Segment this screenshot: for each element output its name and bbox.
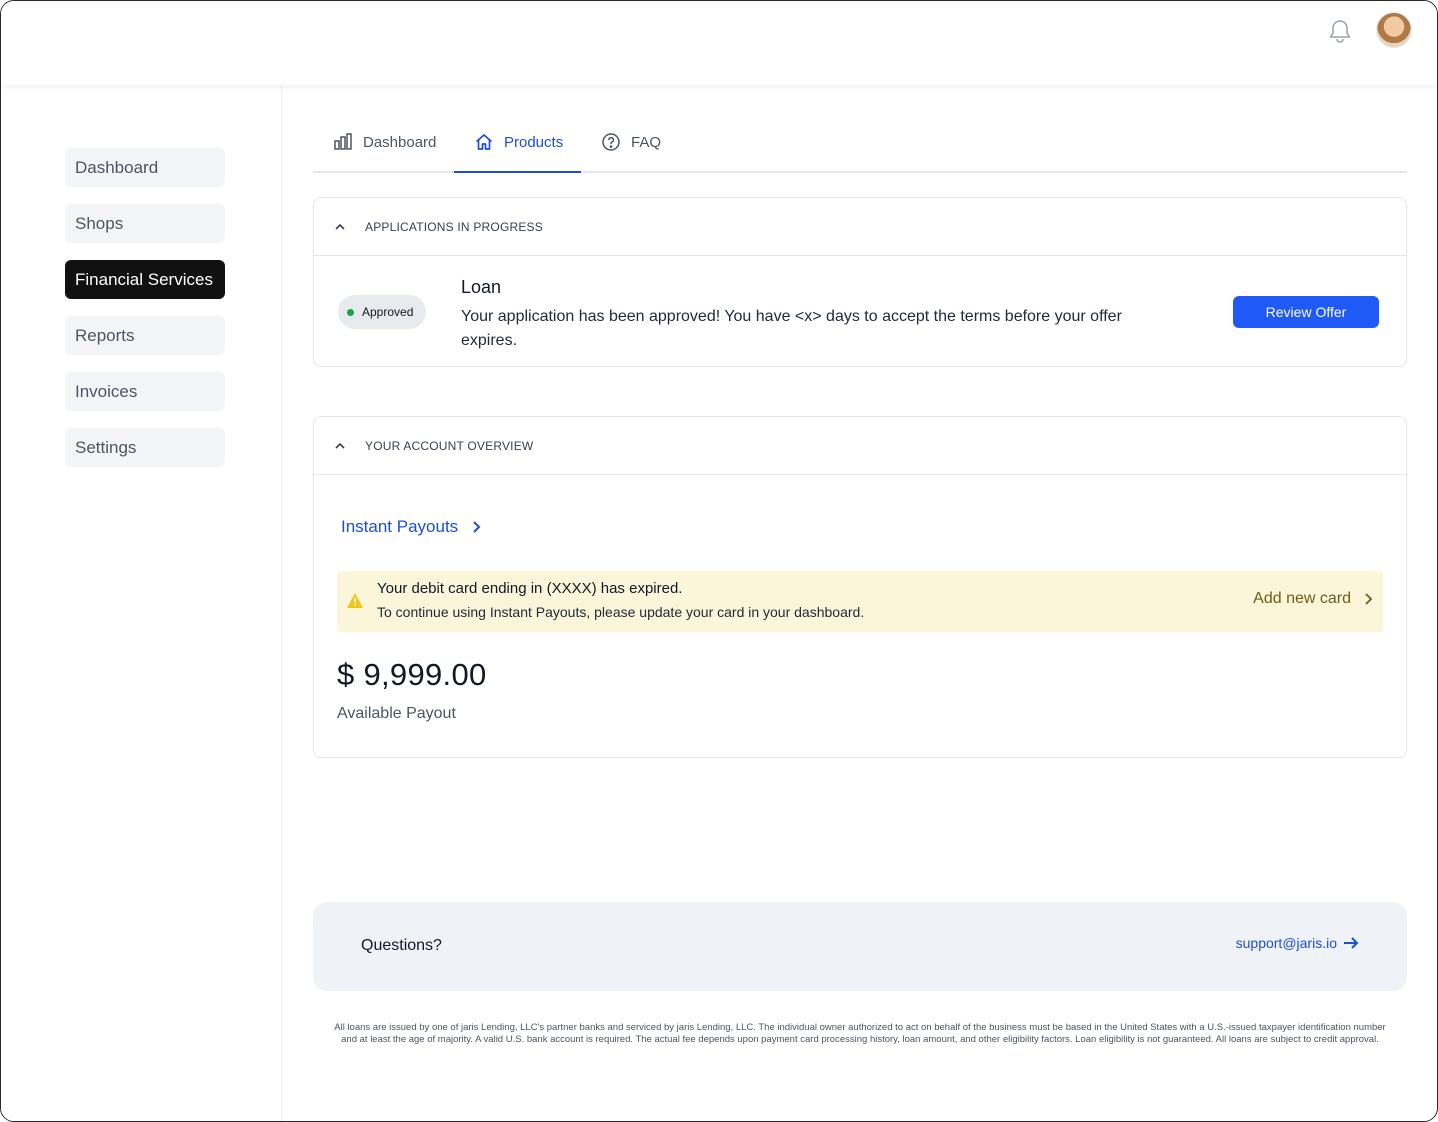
status-badge: Approved [338,295,426,329]
status-dot [347,308,354,316]
tab-bar: Dashboard Products FAQ [313,119,1407,173]
link-label: Instant Payouts [341,517,459,536]
section-title: YOUR ACCOUNT OVERVIEW [365,438,534,453]
sidebar-item-label: Financial Services [75,269,213,289]
sidebar-item-financial-services[interactable]: Financial Services [65,260,225,299]
user-avatar[interactable] [1376,12,1412,48]
status-label: Approved [362,305,414,319]
tab-label: Products [504,133,564,151]
arrow-right-icon [1344,937,1359,949]
question-circle-icon [602,133,620,151]
sidebar-item-shops[interactable]: Shops [65,204,225,243]
product-title: Loan [461,277,502,297]
overview-header[interactable]: YOUR ACCOUNT OVERVIEW [314,417,1406,475]
tab-label: FAQ [631,133,662,151]
tab-label: Dashboard [363,133,437,151]
sidebar: Dashboard Shops Financial Services Repor… [1,85,282,1121]
tab-dashboard[interactable]: Dashboard [333,119,436,173]
active-tab-indicator [454,171,581,173]
questions-label: Questions? [361,937,442,954]
questions-banner: Questions? support@jaris.io [313,902,1407,991]
top-bar [1,1,1437,85]
sidebar-item-label: Shops [75,213,124,233]
action-label: Add new card [1253,590,1351,607]
alert-title: Your debit card ending in (XXXX) has exp… [377,580,683,597]
sidebar-item-label: Reports [75,325,135,345]
sidebar-item-label: Dashboard [75,157,159,177]
instant-payouts-link[interactable]: Instant Payouts [341,517,482,537]
sidebar-item-invoices[interactable]: Invoices [65,372,225,411]
applications-header[interactable]: APPLICATIONS IN PROGRESS [314,198,1406,256]
support-email: support@jaris.io [1235,935,1337,951]
sidebar-item-label: Invoices [75,381,138,401]
sidebar-item-dashboard[interactable]: Dashboard [65,148,225,187]
chevron-up-icon[interactable] [334,221,346,233]
support-email-link[interactable]: support@jaris.io [1236,935,1359,951]
warning-icon [347,593,363,608]
account-overview-card: YOUR ACCOUNT OVERVIEW Instant Payouts Yo… [313,416,1407,758]
legal-disclaimer: All loans are issued by one of jaris Len… [334,1022,1386,1045]
tab-faq[interactable]: FAQ [601,119,661,173]
chevron-up-icon[interactable] [334,440,346,452]
payout-amount-label: Available Payout [337,705,456,722]
chevron-right-icon [473,521,481,533]
sidebar-item-reports[interactable]: Reports [65,316,225,355]
sidebar-item-label: Settings [75,437,137,457]
applications-card: APPLICATIONS IN PROGRESS Approved Loan Y… [313,197,1407,367]
bar-chart-icon [334,133,352,150]
card-expired-alert: Your debit card ending in (XXXX) has exp… [337,571,1383,632]
alert-text: To continue using Instant Payouts, pleas… [377,604,865,620]
sidebar-item-settings[interactable]: Settings [65,428,225,467]
section-title: APPLICATIONS IN PROGRESS [365,219,543,234]
add-new-card-link[interactable]: Add new card [1253,590,1373,608]
payout-amount: $ 9,999.00 [337,657,487,692]
application-message: Your application has been approved! You … [461,308,1122,349]
review-offer-button[interactable]: Review Offer [1233,296,1379,328]
bell-icon[interactable] [1326,17,1354,45]
app-window: Dashboard Shops Financial Services Repor… [0,0,1438,1122]
chevron-right-icon [1365,593,1373,605]
home-icon [475,134,493,150]
tab-products[interactable]: Products [474,119,563,173]
